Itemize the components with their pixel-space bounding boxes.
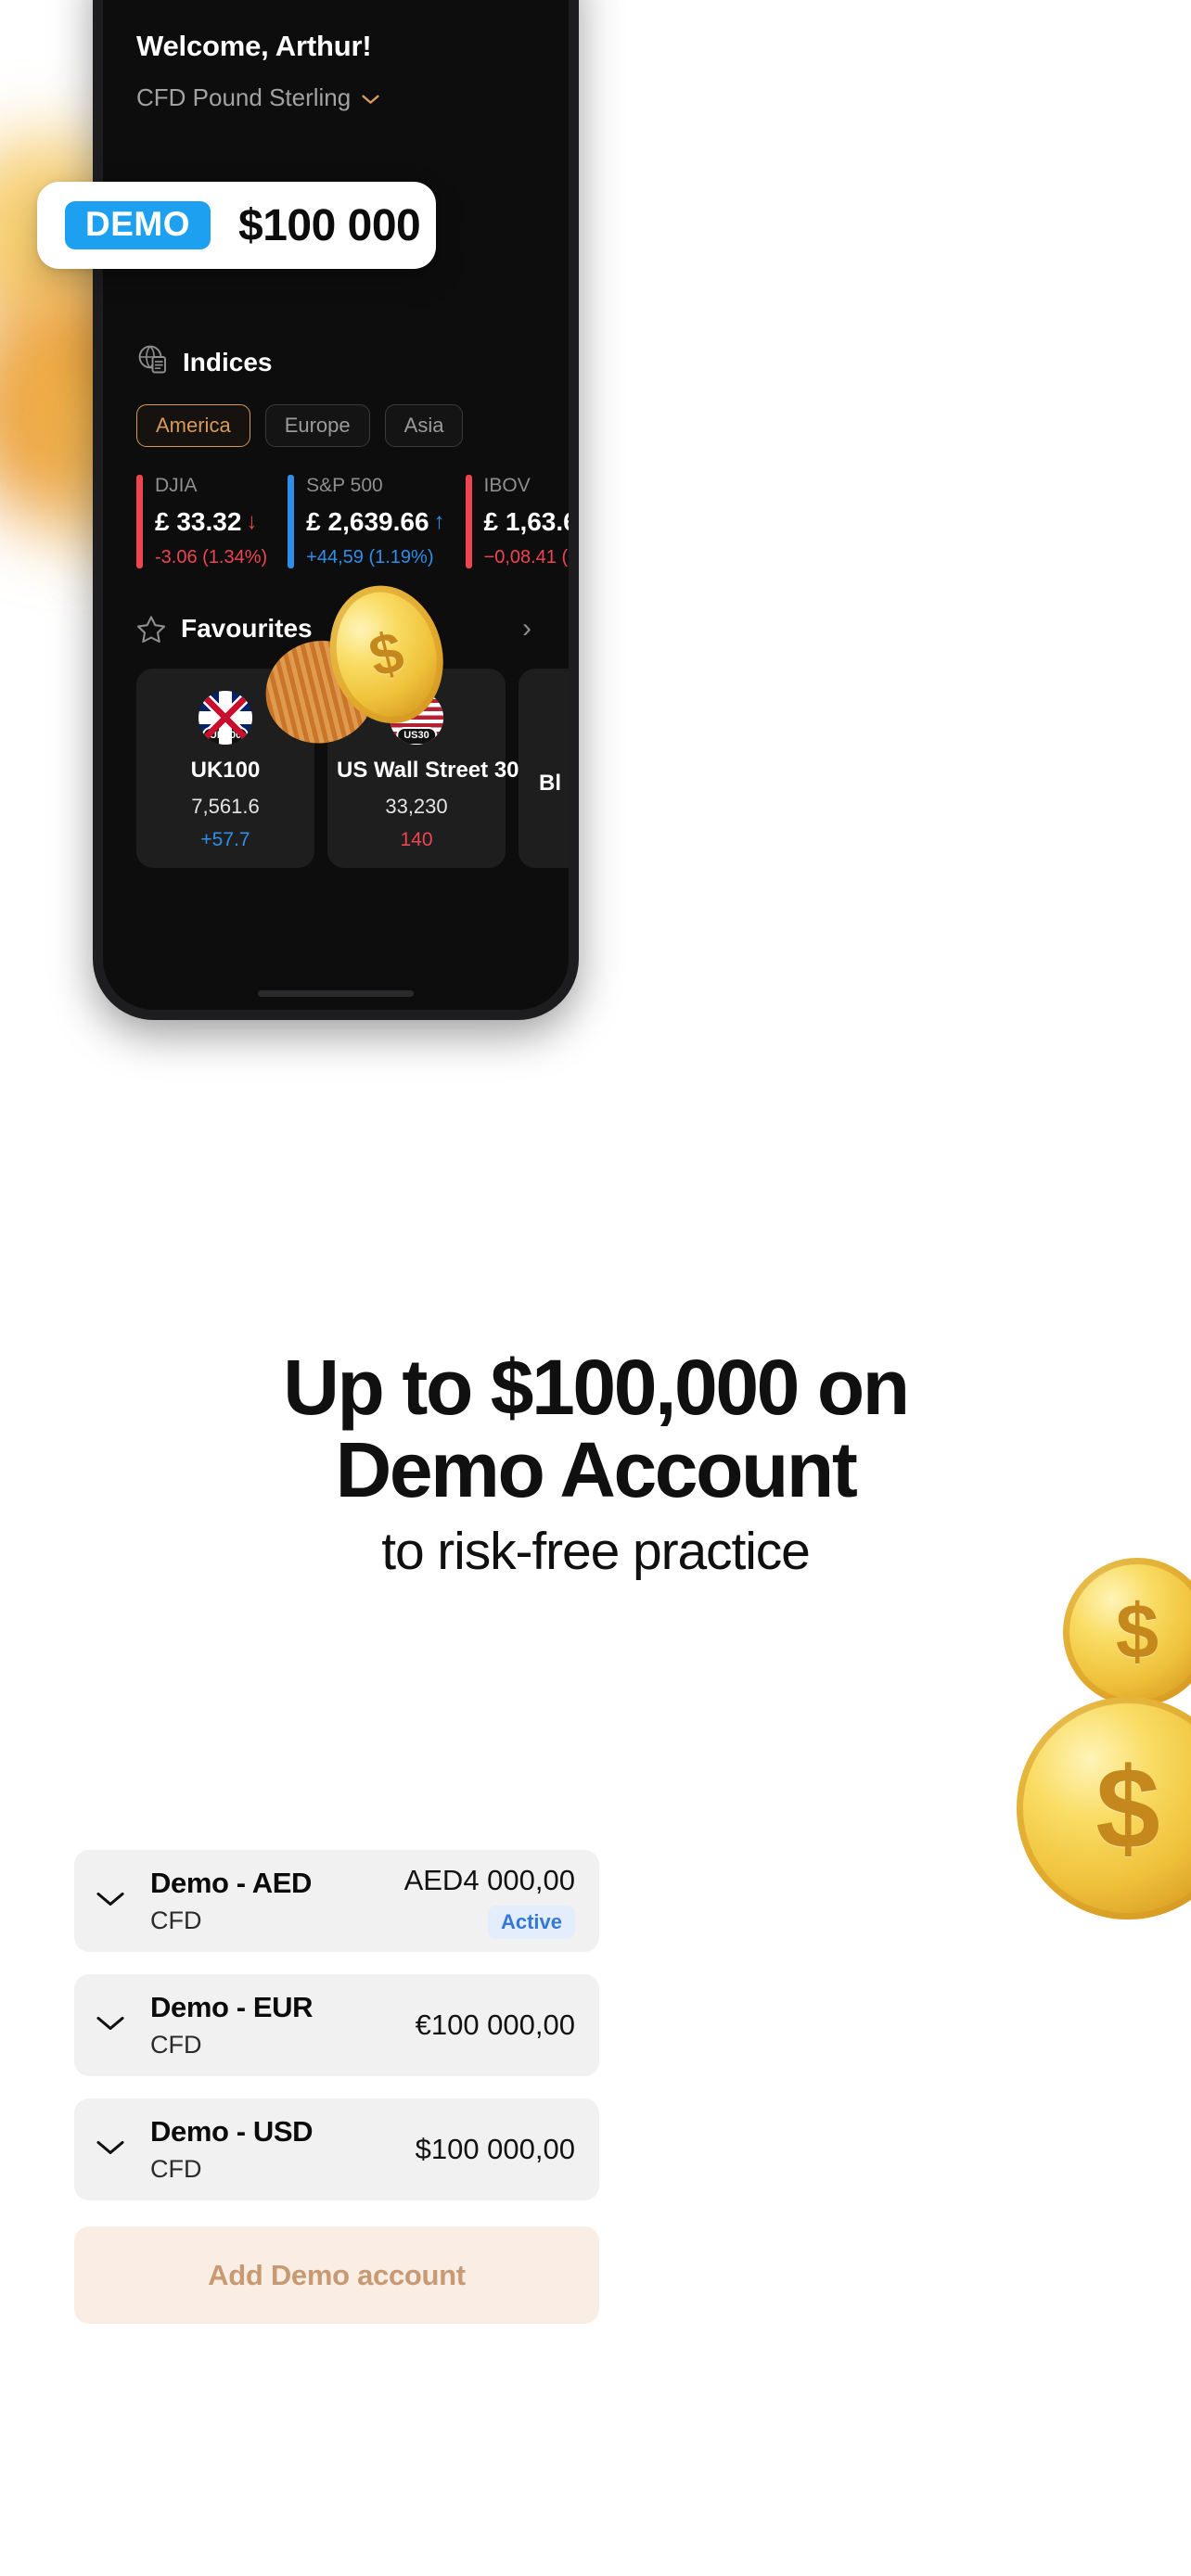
account-row-texts: Demo - USD CFD — [150, 2115, 314, 2184]
phone-mockup: Welcome, Arthur! CFD Pound Sterling Indi… — [93, 0, 579, 1020]
coin-face: $ — [1063, 1558, 1191, 1706]
account-row-texts: Demo - AED CFD — [150, 1867, 312, 1935]
favourite-name: US Wall Street 30 — [337, 758, 519, 783]
index-quote-djia[interactable]: DJIA £ 33.32 ↓ -3.06 (1.34%) — [136, 475, 267, 568]
indices-section: Indices America Europe Asia DJIA £ 33.32… — [136, 344, 569, 568]
quote-change: +44,59 (1.19%) — [306, 547, 434, 567]
indices-header: Indices — [136, 344, 535, 380]
indices-title: Indices — [183, 347, 273, 376]
index-quote-list: DJIA £ 33.32 ↓ -3.06 (1.34%) S&P 500 £ 2… — [136, 475, 569, 568]
quote-change: -3.06 (1.34%) — [155, 547, 268, 567]
quote-price-row: £ 2,639.66 ↑ — [306, 507, 444, 537]
quote-price: £ 33.32 — [155, 507, 242, 536]
quote-price: £ 1,63.66 — [483, 507, 578, 536]
coin-graphic-right-large: $ — [1017, 1697, 1191, 1919]
account-row-balance: $100 000,00 — [415, 2133, 575, 2165]
quote-trend-bar — [288, 475, 295, 568]
favourite-price: 7,561.6 — [191, 795, 260, 818]
account-row-subtitle: CFD — [150, 1906, 202, 1934]
account-row-title: Demo - EUR — [150, 1991, 314, 2023]
favourite-name: Bl — [539, 771, 561, 796]
account-row-balance: AED4 000,00 — [403, 1863, 575, 1896]
coin-symbol: $ — [1115, 1588, 1159, 1675]
favourites-title: Favourites — [181, 614, 313, 643]
demo-badge: DEMO — [65, 201, 211, 249]
chevron-down-icon[interactable] — [95, 2138, 126, 2162]
welcome-title: Welcome, Arthur! — [136, 30, 372, 62]
status-badge: Active — [487, 1905, 575, 1939]
favourite-price: 33,230 — [385, 795, 448, 818]
chevron-down-icon[interactable] — [95, 2014, 126, 2037]
home-indicator — [258, 990, 414, 997]
account-row-subtitle: CFD — [150, 2155, 202, 2183]
account-row-right: €100 000,00 — [416, 2009, 575, 2042]
tab-europe[interactable]: Europe — [264, 404, 370, 447]
account-row-usd[interactable]: Demo - USD CFD $100 000,00 — [74, 2098, 599, 2200]
flag-badge: UK100 — [201, 727, 250, 745]
flag-badge: US30 — [396, 727, 437, 745]
account-selector[interactable]: CFD Pound Sterling — [136, 83, 535, 112]
coin-graphic-right-small: $ — [1063, 1558, 1191, 1706]
favourite-change: 140 — [400, 829, 433, 850]
coin-face: $ — [1017, 1697, 1191, 1919]
arrow-down-icon: ↓ — [246, 509, 258, 534]
favourite-card-partial[interactable]: Bl — [519, 669, 569, 868]
favourite-name: UK100 — [190, 758, 261, 783]
favourite-change: +57.7 — [200, 829, 250, 850]
quote-price-row: £ 1,63.66 ↓ — [483, 507, 578, 537]
tab-america[interactable]: America — [136, 404, 250, 447]
arrow-up-icon: ↑ — [433, 509, 445, 534]
account-row-aed[interactable]: Demo - AED CFD AED4 000,00 Active — [74, 1850, 599, 1952]
index-quote-ibov[interactable]: IBOV £ 1,63.66 ↓ −0,08.41 (0.99%) — [465, 475, 579, 568]
uk-flag-icon: UK100 — [198, 691, 252, 745]
add-demo-account-button[interactable]: Add Demo account — [74, 2226, 599, 2324]
account-row-subtitle: CFD — [150, 2031, 202, 2059]
promo-headline-line1: Up to $100,000 on — [283, 1344, 910, 1431]
account-row-right: AED4 000,00 Active — [404, 1864, 575, 1939]
quote-trend-bar — [465, 475, 472, 568]
account-row-title: Demo - AED — [150, 1867, 312, 1899]
coin-symbol: $ — [1095, 1743, 1160, 1873]
account-selector-label: CFD Pound Sterling — [136, 83, 352, 111]
promo-headline: Up to $100,000 on Demo Account — [0, 1344, 1191, 1514]
quote-name: DJIA — [155, 475, 198, 496]
app-screen: Welcome, Arthur! CFD Pound Sterling Indi… — [103, 0, 569, 1010]
demo-accounts-list: Demo - AED CFD AED4 000,00 Active Demo -… — [74, 1850, 599, 2324]
quote-trend-bar — [136, 475, 143, 568]
quote-price-row: £ 33.32 ↓ — [155, 507, 267, 537]
demo-balance-card[interactable]: DEMO $100 000 — [37, 182, 436, 269]
account-row-title: Demo - USD — [150, 2115, 314, 2148]
account-row-texts: Demo - EUR CFD — [150, 1991, 314, 2060]
account-row-eur[interactable]: Demo - EUR CFD €100 000,00 — [74, 1974, 599, 2076]
quote-name: S&P 500 — [306, 475, 383, 496]
indices-region-tabs: America Europe Asia — [136, 404, 535, 447]
star-icon — [136, 615, 166, 644]
quote-price: £ 2,639.66 — [306, 507, 429, 536]
quote-name: IBOV — [483, 475, 531, 496]
promo-subline: to risk-free practice — [381, 1522, 811, 1581]
chevron-down-icon — [362, 93, 379, 104]
account-row-balance: €100 000,00 — [415, 2009, 575, 2041]
globe-document-icon — [136, 344, 168, 380]
balance-amount: $100 000 — [238, 200, 421, 250]
promo-headline-line2: Demo Account — [335, 1426, 858, 1514]
tab-asia[interactable]: Asia — [384, 404, 464, 447]
account-row-right: $100 000,00 — [416, 2133, 575, 2166]
chevron-down-icon[interactable] — [95, 1890, 126, 1913]
index-quote-sp500[interactable]: S&P 500 £ 2,639.66 ↑ +44,59 (1.19%) — [288, 475, 445, 568]
quote-change: −0,08.41 (0.99%) — [483, 547, 579, 567]
chevron-right-icon[interactable]: › — [522, 613, 531, 644]
